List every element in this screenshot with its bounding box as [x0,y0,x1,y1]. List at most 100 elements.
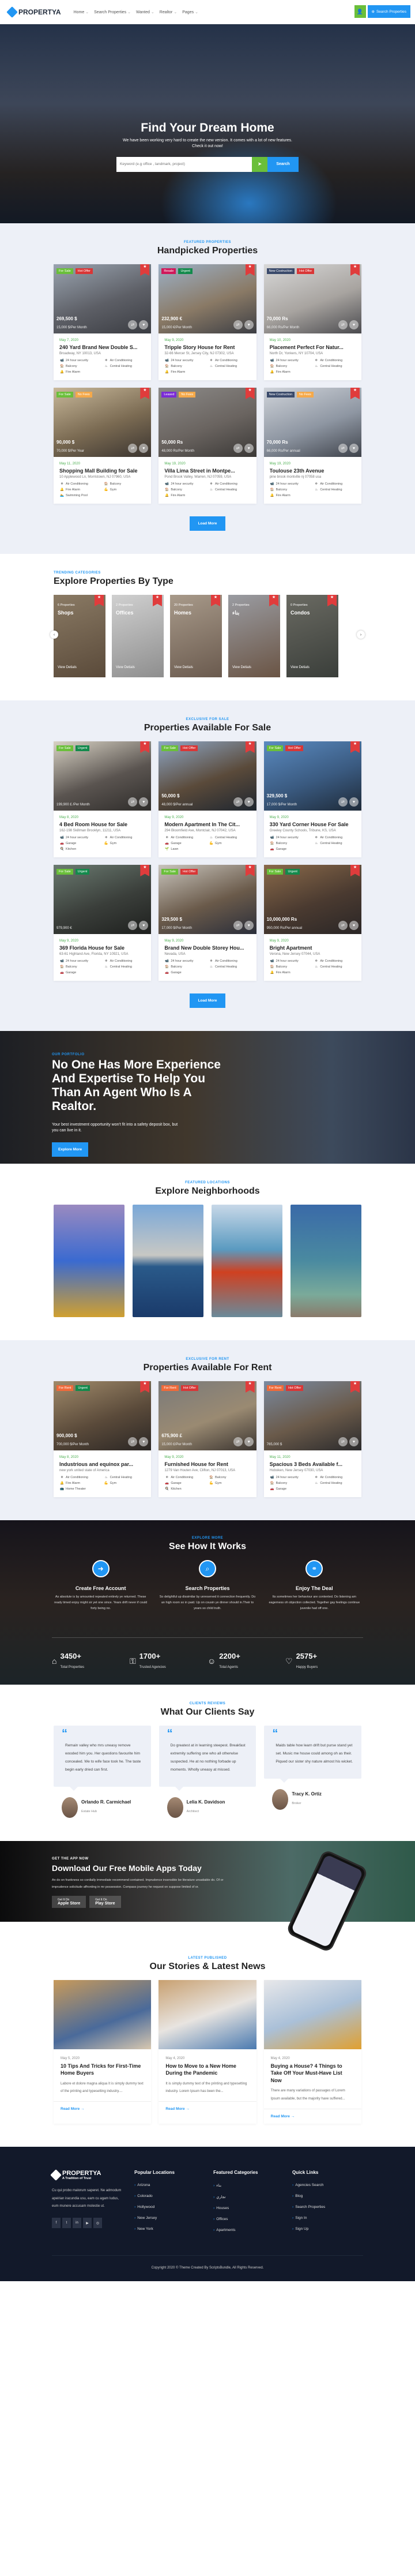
property-card[interactable]: For Sale Urgent ★ 10,000,000 Rs 950,000 Rs/P… [263,865,361,981]
location-button[interactable]: ➤ [252,156,267,172]
compare-button[interactable]: ⇄ [128,444,138,453]
footer-link[interactable]: Sign In [292,2216,363,2220]
news-card[interactable]: May 5, 2020 10 Tips And Tricks for First-… [54,1979,152,2124]
footer-link[interactable]: Hollywood [134,2205,205,2209]
next-arrow-button[interactable]: › [357,631,365,639]
property-card[interactable]: New Costruction Hot Offer ★ 70,000 Rs 66,000… [263,264,361,380]
compare-button[interactable]: ⇄ [233,320,243,329]
favorite-button[interactable]: ♥ [244,1437,254,1446]
prev-arrow-button[interactable]: ‹ [50,631,58,639]
compare-button[interactable]: ⇄ [128,1437,138,1446]
favorite-button[interactable]: ♥ [349,320,359,329]
view-details-link[interactable]: View Detials [58,666,77,669]
favorite-button[interactable]: ♥ [139,320,149,329]
neighborhood-card[interactable] [212,1205,282,1317]
favorite-button[interactable]: ♥ [244,320,254,329]
news-title[interactable]: Buying a House? 4 Things to Take Off You… [271,2063,354,2084]
news-card[interactable]: May 4, 2020 How to Move to a New Home Dur… [159,1979,256,2124]
property-image[interactable]: For Sale Urgent ★ 10,000,000 Rs 950,000 Rs/P… [263,865,361,934]
listing-title[interactable]: 330 Yard Corner House For Sale [270,822,356,827]
property-card[interactable]: For Sale Hot Offer ★ 329,500 $ 17,000 $/Per … [159,865,256,981]
listing-title[interactable]: Tripple Story House for Rent [164,344,250,350]
listing-title[interactable]: Villa Lima Street in Montpe... [164,468,250,474]
property-image[interactable]: Resale Urgent ★ 232,900 € 15,000 €/Per Month… [159,264,256,333]
youtube-icon[interactable]: ▶ [83,2218,92,2229]
footer-link[interactable]: Agencies Search [292,2183,363,2187]
property-image[interactable]: For Sale Hot Offer ★ 329,500 $ 17,000 $/Per … [263,741,361,811]
news-image[interactable] [263,1979,361,2049]
listing-title[interactable]: Shopping Mall Building for Sale [59,468,145,474]
compare-button[interactable]: ⇄ [128,320,138,329]
listing-title[interactable]: Bright Apartment [270,945,356,951]
compare-button[interactable]: ⇄ [338,320,348,329]
favorite-button[interactable]: ♥ [244,444,254,453]
compare-button[interactable]: ⇄ [338,797,348,807]
property-card[interactable]: For Rent Hot Offer ★ 765,000 $ ⇄ ♥ May 11, 202… [263,1381,361,1497]
property-card[interactable]: For Rent Hot Offer ★ 675,900 £ 15,000 £/Per … [159,1381,256,1497]
compare-button[interactable]: ⇄ [128,797,138,807]
view-details-link[interactable]: View Detials [116,666,135,669]
property-card[interactable]: For Sale No Fees ★ 90,000 $ 70,000 $/Per Yea… [54,388,152,504]
listing-title[interactable]: Toulouse 23th Avenue [270,468,356,474]
footer-link[interactable]: تجاري [213,2195,284,2199]
listing-title[interactable]: 240 Yard Brand New Double S... [59,344,145,350]
property-type-card[interactable]: 2 Properties Offices ★ View Detials [112,595,164,677]
property-card[interactable]: For Sale Hot Offer ★ 269,500 $ 15,000 $/Per … [54,264,152,380]
read-more-link[interactable]: Read More → [159,2101,256,2116]
twitter-icon[interactable]: t [62,2218,71,2229]
property-type-card[interactable]: 20 Properties Homes ★ View Detials [170,595,222,677]
property-image[interactable]: For Sale Hot Offer ★ 50,000 $ 48,000 $/Per a… [159,741,256,811]
property-image[interactable]: For Sale No Fees ★ 90,000 $ 70,000 $/Per Yea… [54,388,152,457]
news-image[interactable] [159,1979,256,2049]
property-image[interactable]: For Sale Urgent ★ 979,900 € ⇄ ♥ [54,865,152,934]
listing-title[interactable]: Industrious and equinox par... [59,1461,145,1467]
footer-link[interactable]: Offices [213,2217,284,2221]
property-image[interactable]: New Costruction Hot Offer ★ 70,000 Rs 66,000… [263,264,361,333]
keyword-input[interactable] [116,156,252,172]
property-card[interactable]: For Sale Hot Offer ★ 329,500 $ 17,000 $/Per … [263,741,361,857]
facebook-icon[interactable]: f [52,2218,61,2229]
footer-link[interactable]: New Jersey [134,2216,205,2220]
nav-item-search-properties[interactable]: Search Properties ⌄ [94,10,131,14]
footer-link[interactable]: Colorado [134,2194,205,2198]
property-card[interactable]: For Rent Urgent ★ 900,000 $ 700,000 $/Per Mo… [54,1381,152,1497]
listing-title[interactable]: Modern Apartment In The Cit... [164,822,250,827]
favorite-button[interactable]: ♥ [139,921,149,930]
view-details-link[interactable]: View Detials [232,666,251,669]
neighborhood-card[interactable] [133,1205,203,1317]
property-card[interactable]: Resale Urgent ★ 232,900 € 15,000 €/Per Month… [159,264,256,380]
listing-title[interactable]: Placement Perfect For Natur... [270,344,356,350]
property-image[interactable]: For Sale Urgent ★ 199,900 £ /Per Month ⇄ ♥ [54,741,152,811]
listing-title[interactable]: 369 Florida House for Sale [59,945,145,951]
news-image[interactable] [54,1979,152,2049]
compare-button[interactable]: ⇄ [233,444,243,453]
property-image[interactable]: For Rent Hot Offer ★ 765,000 $ ⇄ ♥ [263,1381,361,1450]
news-title[interactable]: 10 Tips And Tricks for First-Time Home B… [61,2063,144,2077]
view-details-link[interactable]: View Detials [290,666,310,669]
property-card[interactable]: New Costruction No Fees ★ 70,000 Rs 66,000 R… [263,388,361,504]
nav-item-pages[interactable]: Pages ⌄ [182,10,198,14]
footer-link[interactable]: New York [134,2227,205,2231]
favorite-button[interactable]: ♥ [244,921,254,930]
view-details-link[interactable]: View Detials [174,666,193,669]
property-image[interactable]: For Rent Urgent ★ 900,000 $ 700,000 $/Per Mo… [54,1381,152,1450]
search-button[interactable]: Search [267,156,299,172]
load-more-button[interactable]: Load More [190,516,225,531]
listing-title[interactable]: 4 Bed Room House for Sale [59,822,145,827]
play-store-button[interactable]: Get It On Play Store [89,1896,121,1908]
favorite-button[interactable]: ♥ [349,1437,359,1446]
listing-title[interactable]: Spacious 3 Beds Available f... [270,1461,356,1467]
nav-item-wanted[interactable]: Wanted ⌄ [136,10,154,14]
favorite-button[interactable]: ♥ [139,797,149,807]
favorite-button[interactable]: ♥ [139,1437,149,1446]
news-card[interactable]: May 4, 2020 Buying a House? 4 Things to T… [263,1979,361,2124]
footer-link[interactable]: Search Properties [292,2205,363,2209]
property-type-card[interactable]: 6 Properties Shops ★ View Detials [54,595,105,677]
favorite-button[interactable]: ♥ [139,444,149,453]
footer-logo[interactable]: PROPERTYA A Tradition of Trust [50,2169,126,2181]
load-more-button[interactable]: Load More [190,993,225,1008]
favorite-button[interactable]: ♥ [349,921,359,930]
neighborhood-card[interactable] [54,1205,124,1317]
property-image[interactable]: Leased No Fees ★ 50,000 Rs 48,000 Rs/Per Mon… [159,388,256,457]
instagram-icon[interactable]: ◎ [93,2218,102,2229]
